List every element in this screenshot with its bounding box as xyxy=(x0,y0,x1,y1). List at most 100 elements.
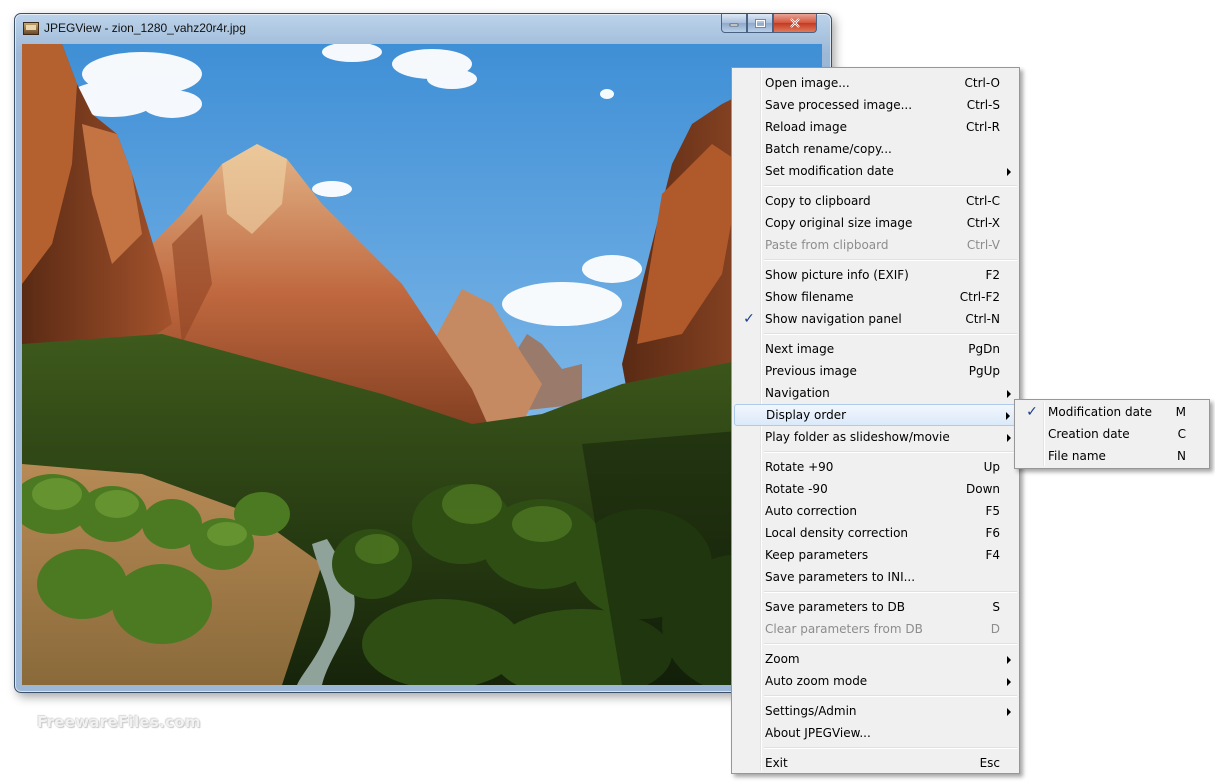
minimize-button[interactable] xyxy=(721,14,747,33)
menu-item-local-density-correction[interactable]: Local density correction F6 xyxy=(734,522,1017,544)
menu-separator xyxy=(764,643,1017,645)
menu-item-set-modification-date[interactable]: Set modification date xyxy=(734,160,1017,182)
menu-item-file-name[interactable]: File name N xyxy=(1017,445,1207,467)
jpegview-window: JPEGView - zion_1280_vahz20r4r.jpg xyxy=(14,13,832,693)
menu-item-show-picture-info-exif[interactable]: Show picture info (EXIF) F2 xyxy=(734,264,1017,286)
menu-item-reload-image[interactable]: Reload image Ctrl-R xyxy=(734,116,1017,138)
image-viewport[interactable] xyxy=(22,44,822,685)
menu-item-clear-parameters-from-db[interactable]: Clear parameters from DB D xyxy=(734,618,1017,640)
menu-item-shortcut: PgDn xyxy=(968,342,1000,356)
menu-item-label: File name xyxy=(1048,449,1106,463)
menu-item-next-image[interactable]: Next image PgDn xyxy=(734,338,1017,360)
menu-item-copy-to-clipboard[interactable]: Copy to clipboard Ctrl-C xyxy=(734,190,1017,212)
submenu-arrow-icon xyxy=(1006,412,1010,420)
menu-separator xyxy=(764,695,1017,697)
app-icon[interactable] xyxy=(23,22,39,35)
menu-item-shortcut: Ctrl-C xyxy=(965,194,1000,208)
menu-item-shortcut: PgUp xyxy=(968,364,1000,378)
check-icon: ✓ xyxy=(1026,404,1038,420)
menu-item-about-jpegview[interactable]: About JPEGView... xyxy=(734,722,1017,744)
title-bar[interactable]: JPEGView - zion_1280_vahz20r4r.jpg xyxy=(15,14,831,44)
maximize-icon xyxy=(754,18,766,28)
menu-item-exit[interactable]: Exit Esc xyxy=(734,752,1017,774)
menu-item-label: About JPEGView... xyxy=(765,726,871,740)
maximize-button[interactable] xyxy=(747,14,773,33)
menu-item-label: Display order xyxy=(766,408,847,422)
menu-item-creation-date[interactable]: Creation date C xyxy=(1017,423,1207,445)
menu-item-label: Save parameters to DB xyxy=(765,600,906,614)
check-icon: ✓ xyxy=(743,311,755,327)
menu-item-label: Keep parameters xyxy=(765,548,869,562)
menu-item-save-parameters-to-ini[interactable]: Save parameters to INI... xyxy=(734,566,1017,588)
context-menu: Open image... Ctrl-O Save processed image.… xyxy=(731,67,1020,774)
submenu-arrow-icon xyxy=(1007,434,1011,442)
watermark-text: FreewareFiles.com xyxy=(37,713,201,731)
menu-item-shortcut: M xyxy=(1175,405,1186,419)
menu-separator xyxy=(764,185,1017,187)
menu-item-open-image[interactable]: Open image... Ctrl-O xyxy=(734,72,1017,94)
menu-item-label: Rotate +90 xyxy=(765,460,834,474)
menu-item-label: Modification date xyxy=(1048,405,1153,419)
menu-item-label: Exit xyxy=(765,756,788,770)
menu-item-shortcut: C xyxy=(1177,427,1186,441)
close-button[interactable] xyxy=(773,14,817,33)
menu-item-settings-admin[interactable]: Settings/Admin xyxy=(734,700,1017,722)
menu-item-shortcut: F4 xyxy=(985,548,1000,562)
menu-item-paste-from-clipboard[interactable]: Paste from clipboard Ctrl-V xyxy=(734,234,1017,256)
menu-item-shortcut: F6 xyxy=(985,526,1000,540)
menu-item-label: Show filename xyxy=(765,290,854,304)
display-order-submenu: ✓ Modification date M Creation date C File na… xyxy=(1014,399,1210,469)
menu-item-shortcut: Up xyxy=(983,460,1000,474)
submenu-arrow-icon xyxy=(1007,678,1011,686)
menu-item-previous-image[interactable]: Previous image PgUp xyxy=(734,360,1017,382)
menu-item-copy-original-size-image[interactable]: Copy original size image Ctrl-X xyxy=(734,212,1017,234)
menu-item-label: Paste from clipboard xyxy=(765,238,889,252)
menu-item-zoom[interactable]: Zoom xyxy=(734,648,1017,670)
menu-item-keep-parameters[interactable]: Keep parameters F4 xyxy=(734,544,1017,566)
menu-item-label: Batch rename/copy... xyxy=(765,142,892,156)
menu-item-rotate-90[interactable]: Rotate -90 Down xyxy=(734,478,1017,500)
menu-item-label: Rotate -90 xyxy=(765,482,828,496)
submenu-arrow-icon xyxy=(1007,656,1011,664)
menu-item-show-navigation-panel[interactable]: ✓ Show navigation panel Ctrl-N xyxy=(734,308,1017,330)
menu-separator xyxy=(764,333,1017,335)
menu-item-label: Clear parameters from DB xyxy=(765,622,923,636)
menu-item-play-folder-as-slideshow-movie[interactable]: Play folder as slideshow/movie xyxy=(734,426,1017,448)
menu-item-auto-zoom-mode[interactable]: Auto zoom mode xyxy=(734,670,1017,692)
menu-item-label: Zoom xyxy=(765,652,800,666)
menu-item-label: Play folder as slideshow/movie xyxy=(765,430,950,444)
close-icon xyxy=(790,18,800,28)
caption-buttons xyxy=(721,14,817,34)
menu-item-label: Creation date xyxy=(1048,427,1130,441)
submenu-arrow-icon xyxy=(1007,390,1011,398)
menu-item-display-order[interactable]: Display order xyxy=(734,404,1017,426)
menu-item-show-filename[interactable]: Show filename Ctrl-F2 xyxy=(734,286,1017,308)
menu-item-label: Previous image xyxy=(765,364,857,378)
menu-item-shortcut: N xyxy=(1177,449,1186,463)
menu-item-label: Open image... xyxy=(765,76,850,90)
zion-canyon-photo xyxy=(22,44,822,685)
menu-item-auto-correction[interactable]: Auto correction F5 xyxy=(734,500,1017,522)
menu-item-navigation[interactable]: Navigation xyxy=(734,382,1017,404)
menu-item-label: Reload image xyxy=(765,120,848,134)
menu-item-save-processed-image[interactable]: Save processed image... Ctrl-S xyxy=(734,94,1017,116)
menu-item-shortcut: Ctrl-V xyxy=(966,238,1000,252)
menu-item-label: Copy to clipboard xyxy=(765,194,871,208)
menu-item-shortcut: F5 xyxy=(985,504,1000,518)
menu-separator xyxy=(764,451,1017,453)
submenu-arrow-icon xyxy=(1007,708,1011,716)
menu-item-shortcut: F2 xyxy=(985,268,1000,282)
menu-item-label: Settings/Admin xyxy=(765,704,857,718)
menu-item-modification-date[interactable]: ✓ Modification date M xyxy=(1017,401,1207,423)
menu-item-label: Next image xyxy=(765,342,835,356)
menu-item-label: Save parameters to INI... xyxy=(765,570,916,584)
menu-item-rotate-90[interactable]: Rotate +90 Up xyxy=(734,456,1017,478)
menu-item-label: Copy original size image xyxy=(765,216,913,230)
menu-item-shortcut: Esc xyxy=(979,756,1000,770)
menu-separator xyxy=(764,591,1017,593)
menu-item-label: Auto correction xyxy=(765,504,857,518)
menu-item-label: Set modification date xyxy=(765,164,894,178)
menu-item-batch-rename-copy[interactable]: Batch rename/copy... xyxy=(734,138,1017,160)
menu-item-save-parameters-to-db[interactable]: Save parameters to DB S xyxy=(734,596,1017,618)
menu-item-label: Local density correction xyxy=(765,526,909,540)
